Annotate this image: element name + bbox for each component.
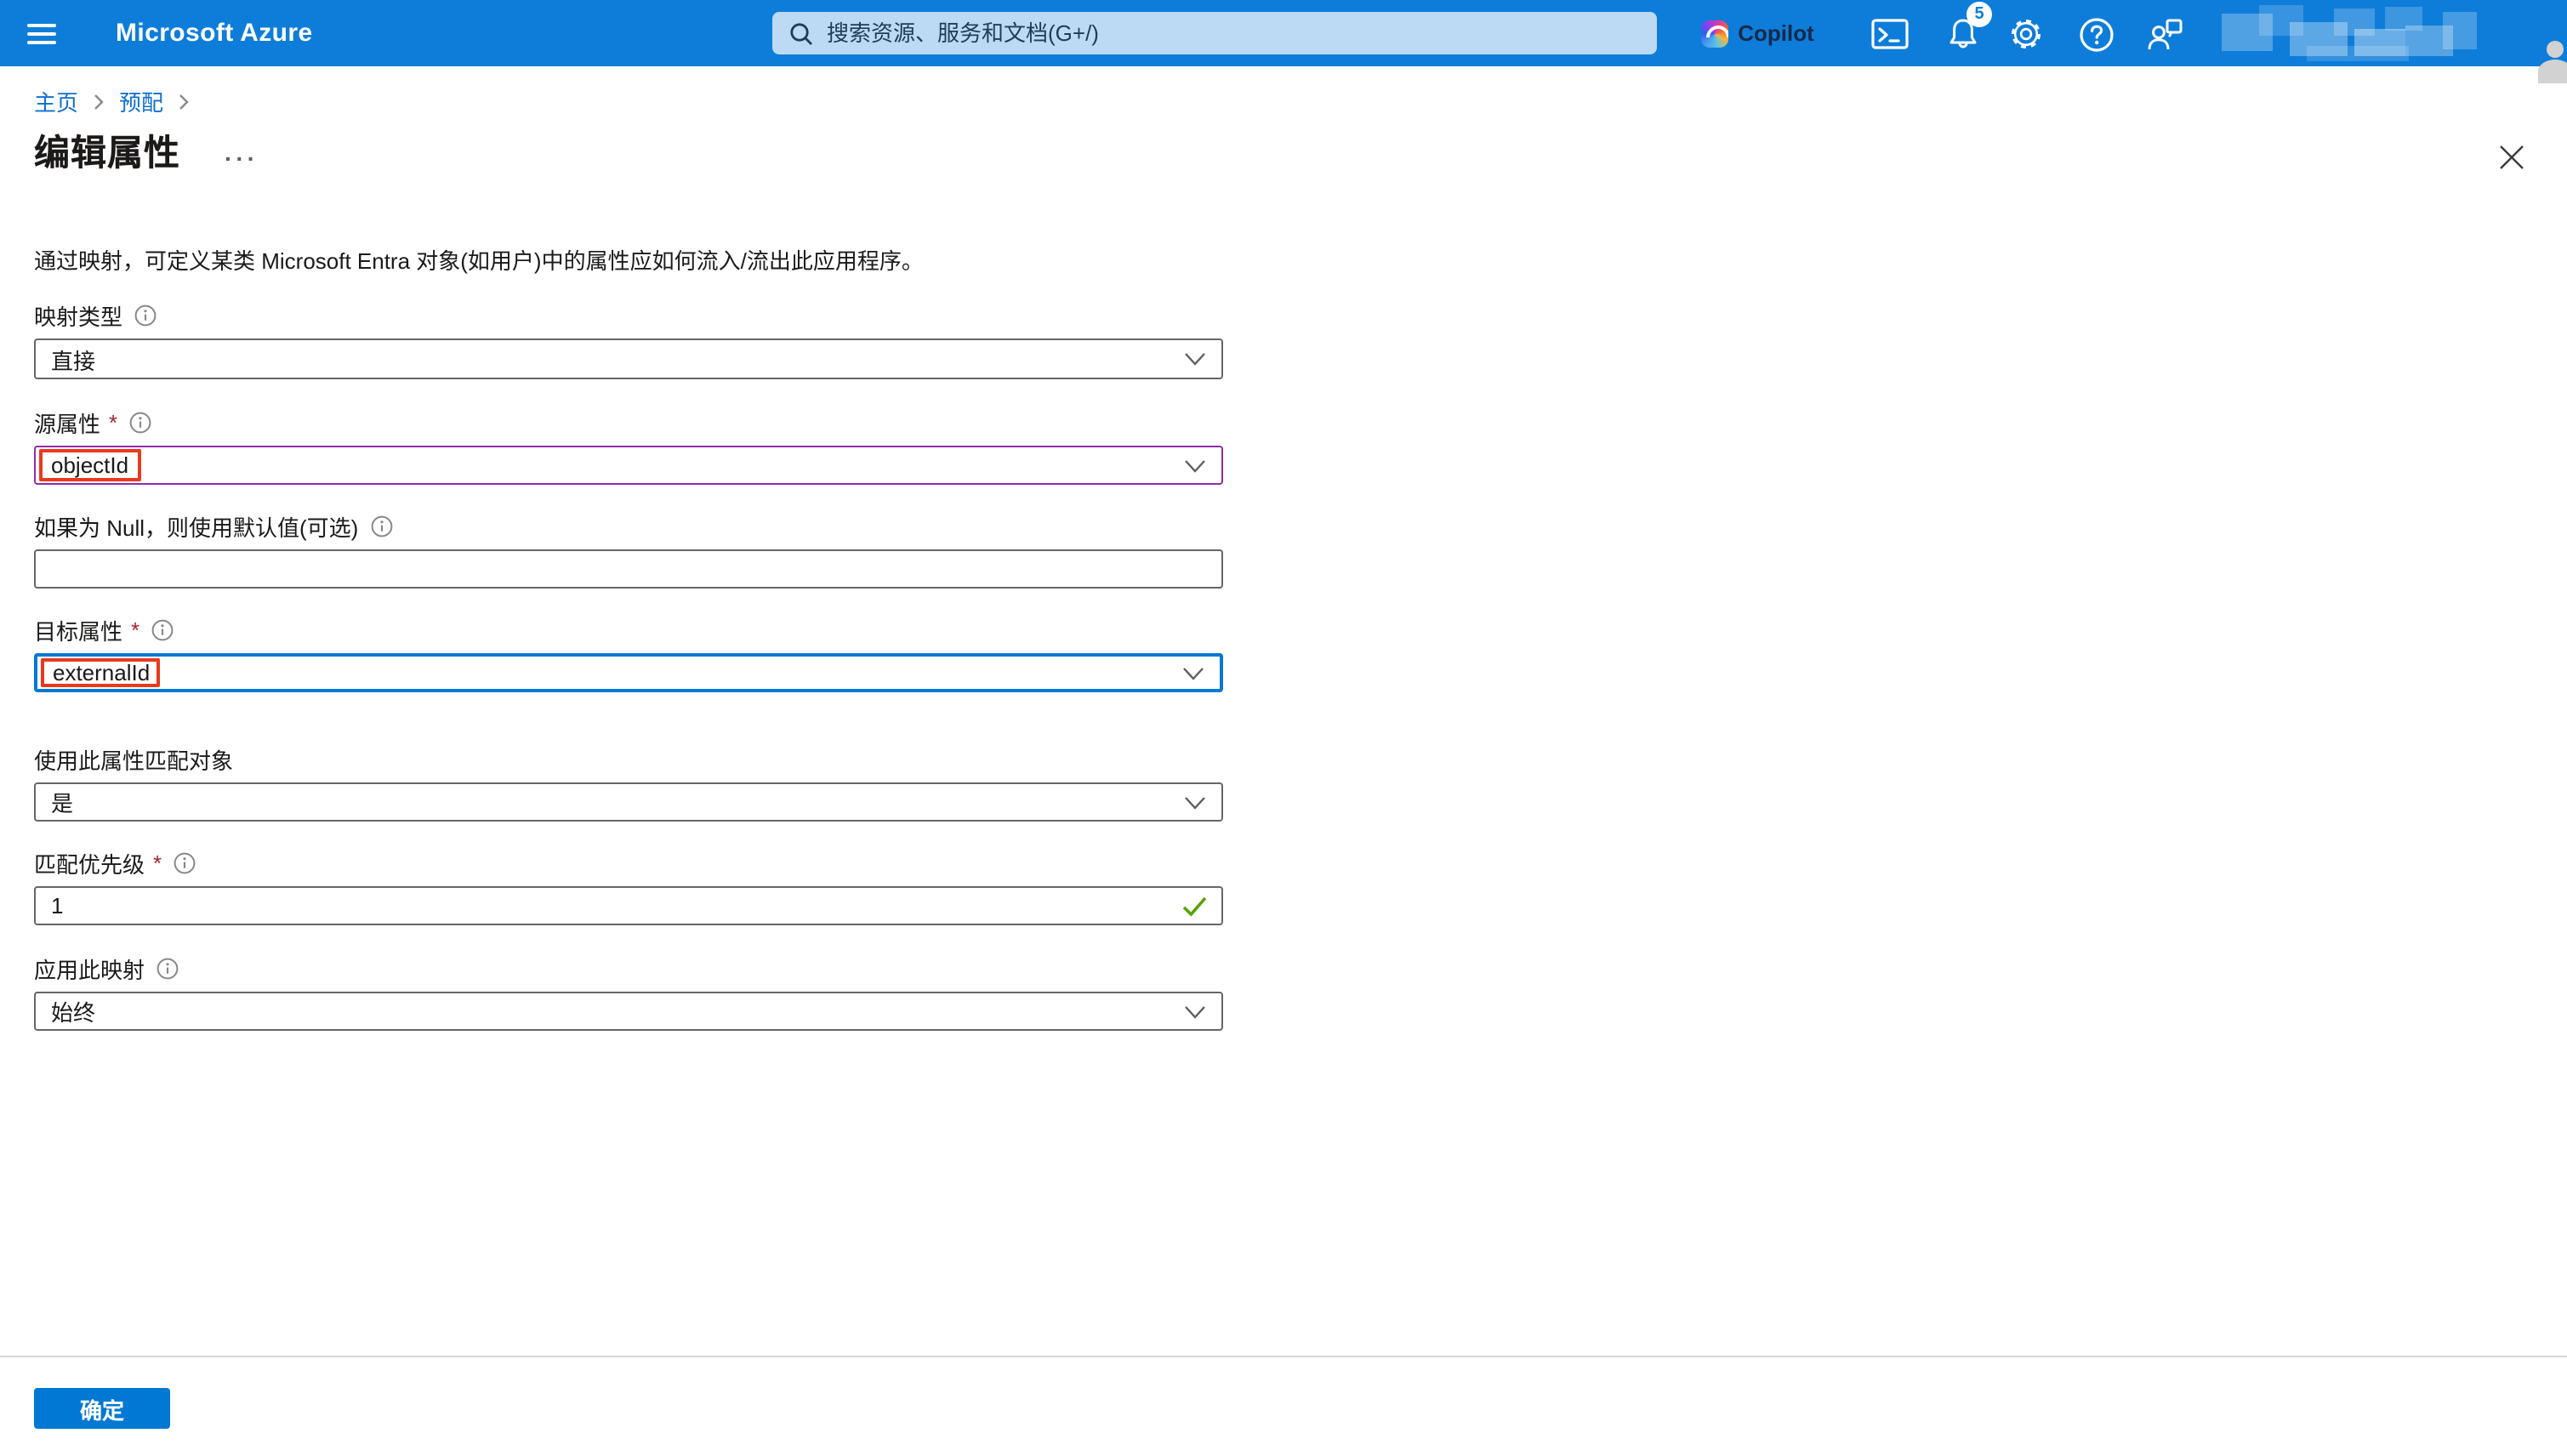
notifications-button[interactable]: 5 — [1938, 9, 1989, 60]
field-label: 匹配优先级 — [34, 846, 145, 879]
matching-precedence-input[interactable] — [51, 893, 1177, 919]
gear-icon — [2007, 15, 2045, 53]
feedback-button[interactable] — [2138, 9, 2189, 60]
source-attribute-select[interactable]: objectId — [34, 446, 1223, 485]
info-icon[interactable] — [157, 957, 179, 979]
required-marker: * — [153, 850, 162, 875]
required-marker: * — [109, 409, 117, 435]
match-objects-select[interactable]: 是 — [34, 782, 1223, 822]
help-icon — [2078, 16, 2114, 52]
info-icon[interactable] — [151, 618, 174, 640]
field-match-objects: 使用此属性匹配对象 是 — [34, 745, 1223, 772]
chevron-down-icon — [1184, 352, 1206, 366]
feedback-icon — [2145, 16, 2183, 52]
info-icon[interactable] — [174, 851, 196, 873]
field-label: 映射类型 — [34, 299, 122, 331]
target-attribute-select[interactable]: externalId — [34, 653, 1223, 692]
info-icon[interactable] — [134, 304, 157, 326]
info-icon[interactable] — [370, 515, 392, 537]
redacted-account-info — [2222, 5, 2477, 61]
field-label: 应用此映射 — [34, 952, 145, 984]
field-mapping-type: 映射类型 直接 — [34, 301, 1223, 328]
copilot-icon — [1700, 20, 1727, 47]
breadcrumb: 主页 预配 — [34, 85, 189, 117]
field-label: 使用此属性匹配对象 — [34, 742, 233, 775]
help-button[interactable] — [2070, 9, 2121, 60]
page-description: 通过映射，可定义某类 Microsoft Entra 对象(如用户)中的属性应如… — [34, 243, 924, 276]
selected-value: 始终 — [51, 995, 95, 1027]
field-label: 如果为 Null，则使用默认值(可选) — [34, 509, 358, 542]
selected-value: externalId — [53, 660, 150, 685]
search-input[interactable] — [827, 20, 1640, 46]
field-label: 目标属性 — [34, 613, 122, 646]
chevron-down-icon — [1182, 666, 1204, 680]
info-icon[interactable] — [129, 411, 151, 433]
hamburger-icon — [26, 23, 55, 43]
brand-microsoft-azure[interactable]: Microsoft Azure — [116, 0, 313, 66]
chevron-down-icon — [1184, 795, 1206, 809]
breadcrumb-provisioning-link[interactable]: 预配 — [119, 85, 163, 117]
title-context-menu[interactable]: ··· — [225, 146, 259, 177]
field-default-if-null: 如果为 Null，则使用默认值(可选) — [34, 512, 1223, 539]
chevron-right-icon — [94, 93, 104, 110]
field-apply-mapping: 应用此映射 始终 — [34, 954, 1223, 981]
field-source-attribute: 源属性 * objectId — [34, 408, 1223, 435]
chevron-down-icon — [1184, 1004, 1206, 1018]
valid-check-icon — [1182, 896, 1208, 916]
chevron-right-icon — [179, 93, 189, 110]
selected-value: 是 — [51, 786, 73, 818]
required-marker: * — [131, 617, 139, 642]
cloud-shell-button[interactable] — [1864, 9, 1915, 60]
selected-value: 直接 — [51, 343, 95, 375]
settings-button[interactable] — [2001, 9, 2052, 60]
field-target-attribute: 目标属性 * externalId — [34, 616, 1223, 643]
avatar-button[interactable] — [2513, 12, 2555, 54]
selected-value: objectId — [51, 452, 128, 478]
topbar: Microsoft Azure Copilot 5 — [0, 0, 2567, 66]
copilot-button[interactable]: Copilot — [1682, 10, 1832, 56]
page-title: 编辑属性 — [34, 126, 180, 177]
chevron-down-icon — [1184, 458, 1206, 472]
footer: 确定 — [0, 1356, 2567, 1456]
field-label: 源属性 — [34, 406, 100, 438]
default-value-input[interactable] — [51, 556, 1177, 582]
field-matching-precedence: 匹配优先级 * — [34, 849, 1223, 876]
ok-button[interactable]: 确定 — [34, 1388, 170, 1429]
breadcrumb-home-link[interactable]: 主页 — [34, 85, 78, 117]
cloud-shell-icon — [1871, 17, 1909, 51]
close-button[interactable] — [2487, 133, 2535, 180]
apply-mapping-select[interactable]: 始终 — [34, 992, 1223, 1031]
search-icon — [789, 21, 813, 45]
close-icon — [2498, 144, 2524, 169]
mapping-type-select[interactable]: 直接 — [34, 338, 1223, 379]
hamburger-menu-button[interactable] — [17, 12, 65, 54]
notification-badge: 5 — [1967, 2, 1992, 27]
global-search — [772, 12, 1657, 54]
azure-portal-page: Microsoft Azure Copilot 5 — [0, 0, 2567, 1456]
copilot-label: Copilot — [1738, 20, 1814, 46]
